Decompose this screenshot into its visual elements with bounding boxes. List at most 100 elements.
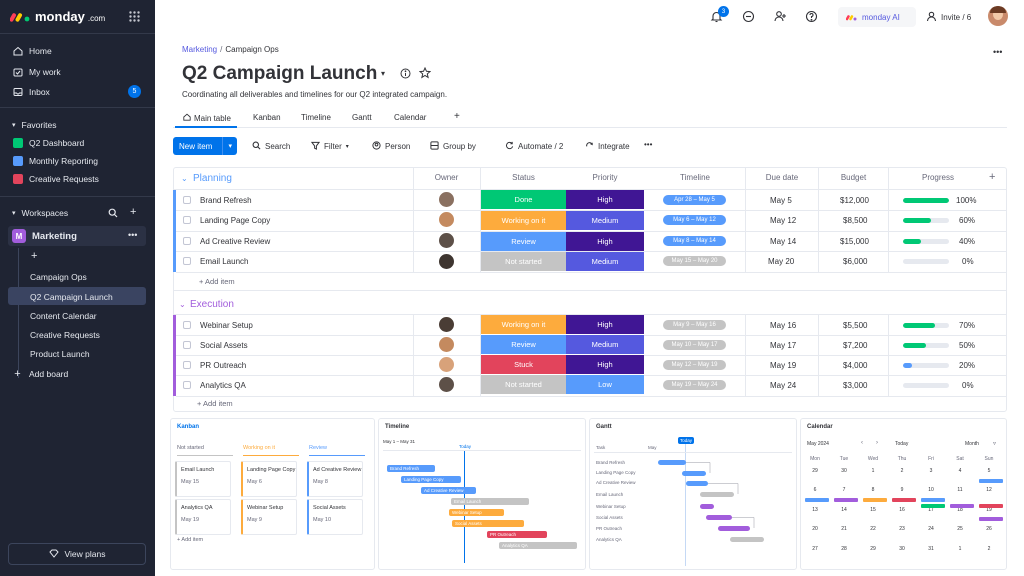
sidebar-board-creative-requests[interactable]: Creative Requests [30,330,100,340]
status-cell[interactable]: Stuck [481,355,566,374]
calendar-event[interactable] [863,498,887,502]
avatar[interactable] [439,317,454,332]
timeline-bar[interactable]: Analytics QA [499,542,577,549]
chevron-down-icon[interactable]: ▾ [223,142,237,150]
workspaces-toggle[interactable]: ▾ Workspaces [12,208,68,218]
plus-icon[interactable]: + [130,206,136,218]
tab-kanban[interactable]: Kanban [253,113,281,122]
item-name[interactable]: PR Outreach [200,361,246,370]
more-icon[interactable]: ••• [128,230,137,240]
avatar[interactable] [439,192,454,207]
calendar-day[interactable]: 13 [805,507,825,513]
chevron-down-icon[interactable]: ▾ [381,69,385,78]
column-header-due-date[interactable]: Due date [746,173,818,182]
sidebar-item-creative-requests-fav[interactable]: Creative Requests [12,173,99,184]
calendar-event[interactable] [921,498,945,502]
calendar-event[interactable] [979,517,1003,521]
due-date[interactable]: May 19 [770,361,796,370]
integrate-button[interactable]: Integrate [585,139,630,153]
due-date[interactable]: May 5 [770,196,792,205]
budget[interactable]: $7,200 [843,341,867,350]
board-more-icon[interactable]: ••• [993,47,1002,57]
calendar-day[interactable]: 24 [921,526,941,532]
group-by-button[interactable]: Group by [430,139,476,153]
timeline-bar[interactable]: Email Launch [451,498,529,505]
new-item-button[interactable]: New item ▾ [173,137,237,155]
invite-member-icon[interactable] [774,10,788,24]
logo[interactable]: monday .com [10,9,105,24]
calendar-day[interactable]: 4 [950,468,970,474]
tab-main-table[interactable]: Main table [183,113,231,123]
timeline-pill[interactable]: May 10 – May 17 [663,340,726,350]
avatar[interactable] [439,377,454,392]
priority-cell[interactable]: Medium [566,211,644,230]
calendar-day[interactable]: 20 [805,526,825,532]
kanban-card[interactable]: Analytics QA May 19 [175,499,231,535]
updates-icon[interactable] [742,10,756,24]
tab-gantt[interactable]: Gantt [352,113,372,122]
column-header-priority[interactable]: Priority [566,173,644,182]
sidebar-board-q2-campaign-launch[interactable]: Q2 Campaign Launch [30,292,113,302]
row-checkbox[interactable] [183,341,191,349]
timeline-pill[interactable]: May 15 – May 20 [663,256,726,266]
timeline-bar[interactable]: Brand Refresh [387,465,435,472]
timeline-preview[interactable]: Timeline May 1 – May 31 Today Brand Refr… [378,418,586,570]
calendar-day[interactable]: 30 [892,546,912,552]
calendar-day[interactable]: 29 [805,468,825,474]
priority-cell[interactable]: Medium [566,252,644,271]
priority-cell[interactable]: High [566,232,644,251]
timeline-bar[interactable]: Ad Creative Review [421,487,476,494]
status-cell[interactable]: Not started [481,252,566,271]
user-avatar[interactable] [988,6,1008,26]
calendar-today-button[interactable]: Today [895,441,908,447]
calendar-day[interactable]: 14 [834,507,854,513]
calendar-day[interactable]: 30 [834,468,854,474]
apps-grid-icon[interactable] [129,11,140,24]
priority-cell[interactable]: High [566,355,644,374]
calendar-event[interactable] [892,498,916,502]
calendar-day[interactable]: 29 [863,546,883,552]
timeline-pill[interactable]: May 19 – May 24 [663,380,726,390]
item-name[interactable]: Social Assets [200,341,248,350]
star-icon[interactable] [418,66,432,81]
kanban-card[interactable]: Social Assets May 10 [307,499,363,535]
column-header-progress[interactable]: Progress [889,173,987,182]
calendar-day[interactable]: 25 [950,526,970,532]
tab-calendar[interactable]: Calendar [394,113,426,122]
calendar-day[interactable]: 28 [834,546,854,552]
sidebar-item-home[interactable]: Home [12,45,52,56]
row-checkbox[interactable] [183,321,191,329]
item-name[interactable]: Webinar Setup [200,321,253,330]
filter-button[interactable]: Filter ▾ [310,139,349,153]
search-icon[interactable] [108,208,118,220]
status-cell[interactable]: Not started [481,375,566,394]
timeline-pill[interactable]: May 9 – May 16 [663,320,726,330]
priority-cell[interactable]: Medium [566,335,644,354]
calendar-day[interactable]: 1 [950,546,970,552]
calendar-day[interactable]: 23 [892,526,912,532]
favorites-toggle[interactable]: ▾ Favorites [12,120,56,130]
budget[interactable]: $6,000 [843,257,867,266]
status-cell[interactable]: Review [481,232,566,251]
item-name[interactable]: Brand Refresh [200,196,252,205]
avatar[interactable] [439,337,454,352]
calendar-day[interactable]: 21 [834,526,854,532]
status-cell[interactable]: Working on it [481,315,566,334]
sidebar-item-q2-dashboard[interactable]: Q2 Dashboard [12,137,84,148]
calendar-day[interactable]: 5 [979,468,999,474]
priority-cell[interactable]: Low [566,375,644,394]
avatar[interactable] [439,357,454,372]
gantt-preview[interactable]: Gantt Task May Today Brand Refresh Landi… [589,418,797,570]
sidebar-board-campaign-ops[interactable]: Campaign Ops [30,272,87,282]
breadcrumb-parent[interactable]: Marketing [182,45,217,54]
monday-ai-button[interactable]: monday AI [838,7,916,27]
column-header-timeline[interactable]: Timeline [645,173,745,182]
info-icon[interactable] [400,68,411,81]
group-title-planning[interactable]: Planning [193,173,232,184]
calendar-day[interactable]: 7 [834,487,854,493]
add-board-button[interactable]: + Add board [12,368,68,380]
add-item-button[interactable]: + Add item [197,399,233,408]
item-name[interactable]: Analytics QA [200,381,246,390]
calendar-day[interactable]: 3 [921,468,941,474]
calendar-event[interactable] [979,504,1003,508]
